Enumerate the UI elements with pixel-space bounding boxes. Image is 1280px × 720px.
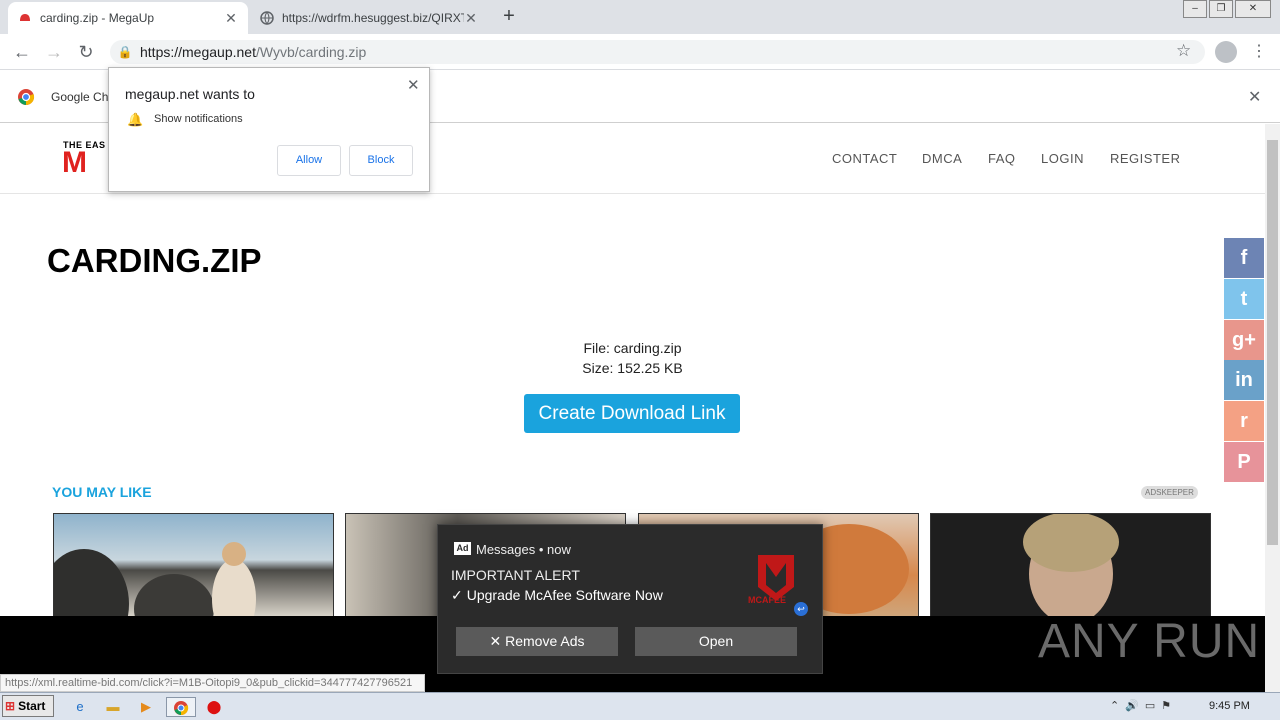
menu-kebab-icon[interactable]: ⋮ bbox=[1251, 41, 1267, 61]
media-player-icon[interactable]: ▶ bbox=[136, 697, 156, 717]
profile-avatar-icon[interactable] bbox=[1215, 41, 1237, 63]
close-tab-icon[interactable]: ✕ bbox=[464, 10, 478, 27]
back-icon[interactable]: ← bbox=[10, 40, 34, 64]
close-window-button[interactable]: ✕ bbox=[1235, 0, 1271, 18]
share-pinterest-button[interactable]: P bbox=[1224, 442, 1264, 482]
nav-login[interactable]: LOGIN bbox=[1041, 151, 1084, 166]
file-name: File: carding.zip bbox=[583, 340, 682, 356]
googleplus-icon: g+ bbox=[1232, 329, 1256, 351]
anyrun-watermark: ANY RUN bbox=[1038, 615, 1261, 668]
facebook-icon: f bbox=[1240, 247, 1248, 269]
page-title: CARDING.ZIP bbox=[47, 242, 262, 279]
nav-dmca[interactable]: DMCA bbox=[922, 151, 962, 166]
start-label: Start bbox=[18, 699, 46, 713]
toast-app: Messages • now bbox=[476, 542, 571, 557]
minimize-button[interactable]: ‒ bbox=[1183, 0, 1207, 18]
share-linkedin-button[interactable]: in bbox=[1224, 360, 1264, 400]
opera-icon[interactable]: ⬤ bbox=[204, 697, 224, 717]
allow-button[interactable]: Allow bbox=[277, 145, 341, 176]
twitter-icon: t bbox=[1240, 288, 1248, 310]
megaup-favicon-icon bbox=[18, 11, 32, 25]
clock[interactable]: 9:45 PM bbox=[1209, 700, 1250, 712]
bell-icon: 🔔 bbox=[127, 112, 144, 127]
you-may-like-heading: YOU MAY LIKE bbox=[52, 484, 152, 500]
remove-ads-button[interactable]: ✕ Remove Ads bbox=[456, 627, 618, 656]
pinterest-icon: P bbox=[1237, 451, 1251, 473]
tab-title: https://wdrfm.hesuggest.biz/QIRXT bbox=[282, 11, 464, 25]
toast-headline: IMPORTANT ALERT bbox=[451, 567, 580, 583]
recommended-thumbnail[interactable] bbox=[53, 513, 334, 617]
mcafee-brand: MCAFEE bbox=[748, 595, 786, 605]
file-info: File: carding.zip Size: 152.25 KB bbox=[0, 338, 1265, 378]
nav-faq[interactable]: FAQ bbox=[988, 151, 1016, 166]
infobar-close-icon[interactable]: ✕ bbox=[1248, 87, 1261, 107]
infobar-text: Google Ch bbox=[51, 90, 109, 104]
start-button[interactable]: ⊞ Start bbox=[2, 695, 54, 717]
ad-toast-notification[interactable]: Ad Messages • now IMPORTANT ALERT ✓ Upgr… bbox=[437, 524, 823, 674]
reddit-icon: r bbox=[1240, 410, 1248, 432]
explorer-folder-icon[interactable]: ▬ bbox=[103, 697, 123, 717]
popup-title: megaup.net wants to bbox=[125, 86, 255, 102]
ie-icon[interactable]: e bbox=[70, 697, 90, 717]
tab-megaup[interactable]: carding.zip - MegaUp ✕ bbox=[8, 2, 248, 34]
new-tab-button[interactable]: + bbox=[498, 5, 520, 27]
nav-register[interactable]: REGISTER bbox=[1110, 151, 1180, 166]
check-icon: ✓ bbox=[451, 587, 463, 603]
ad-badge-icon: Ad bbox=[454, 542, 471, 555]
recommended-thumbnail[interactable] bbox=[930, 513, 1211, 617]
url-path: /Wyvb/carding.zip bbox=[255, 44, 367, 60]
remove-ads-label: Remove Ads bbox=[505, 633, 585, 649]
forward-icon[interactable]: → bbox=[42, 40, 66, 64]
mcafee-logo-icon: MCAFEE bbox=[748, 547, 804, 609]
toast-message: Upgrade McAfee Software Now bbox=[466, 587, 663, 603]
reload-icon[interactable]: ↻ bbox=[74, 40, 98, 64]
system-tray-icons[interactable]: ⌃🔊▭⚑ bbox=[1110, 699, 1177, 712]
block-button[interactable]: Block bbox=[349, 145, 413, 176]
share-reddit-button[interactable]: r bbox=[1224, 401, 1264, 441]
tab-title: carding.zip - MegaUp bbox=[40, 11, 155, 25]
tab-hesuggest[interactable]: https://wdrfm.hesuggest.biz/QIRXT ✕ bbox=[250, 2, 488, 34]
site-logo[interactable]: M bbox=[62, 148, 87, 178]
adskeeper-badge[interactable]: ADSKEEPER bbox=[1141, 486, 1198, 499]
notification-permission-popup: megaup.net wants to ✕ 🔔 Show notificatio… bbox=[108, 67, 430, 192]
lock-icon: 🔒 bbox=[117, 45, 133, 59]
url-host: https://megaup.net bbox=[140, 44, 256, 60]
windows-logo-icon: ⊞ bbox=[5, 699, 16, 713]
share-facebook-button[interactable]: f bbox=[1224, 238, 1264, 278]
globe-icon bbox=[260, 11, 274, 25]
status-url: https://xml.realtime-bid.com/click?i=M1B… bbox=[0, 674, 425, 692]
chrome-reply-icon: ↩ bbox=[794, 602, 808, 616]
nav-contact[interactable]: CONTACT bbox=[832, 151, 897, 166]
toast-message-row: ✓ Upgrade McAfee Software Now bbox=[451, 587, 663, 604]
file-size: Size: 152.25 KB bbox=[582, 360, 683, 376]
maximize-button[interactable]: ❐ bbox=[1209, 0, 1233, 18]
address-bar[interactable]: 🔒 https://megaup.net /Wyvb/carding.zip bbox=[110, 40, 1205, 64]
close-tab-icon[interactable]: ✕ bbox=[224, 10, 238, 27]
permission-text: Show notifications bbox=[154, 113, 243, 125]
bookmark-star-icon[interactable]: ☆ bbox=[1176, 41, 1191, 61]
open-button[interactable]: Open bbox=[635, 627, 797, 656]
share-googleplus-button[interactable]: g+ bbox=[1224, 320, 1264, 360]
x-icon: ✕ bbox=[489, 633, 502, 649]
popup-close-icon[interactable]: ✕ bbox=[407, 76, 420, 94]
chrome-taskbar-icon[interactable] bbox=[166, 697, 196, 717]
linkedin-icon: in bbox=[1235, 369, 1253, 391]
scrollbar-thumb[interactable] bbox=[1267, 140, 1278, 545]
share-twitter-button[interactable]: t bbox=[1224, 279, 1264, 319]
chrome-logo-icon bbox=[17, 88, 35, 111]
create-download-link-button[interactable]: Create Download Link bbox=[524, 394, 740, 433]
